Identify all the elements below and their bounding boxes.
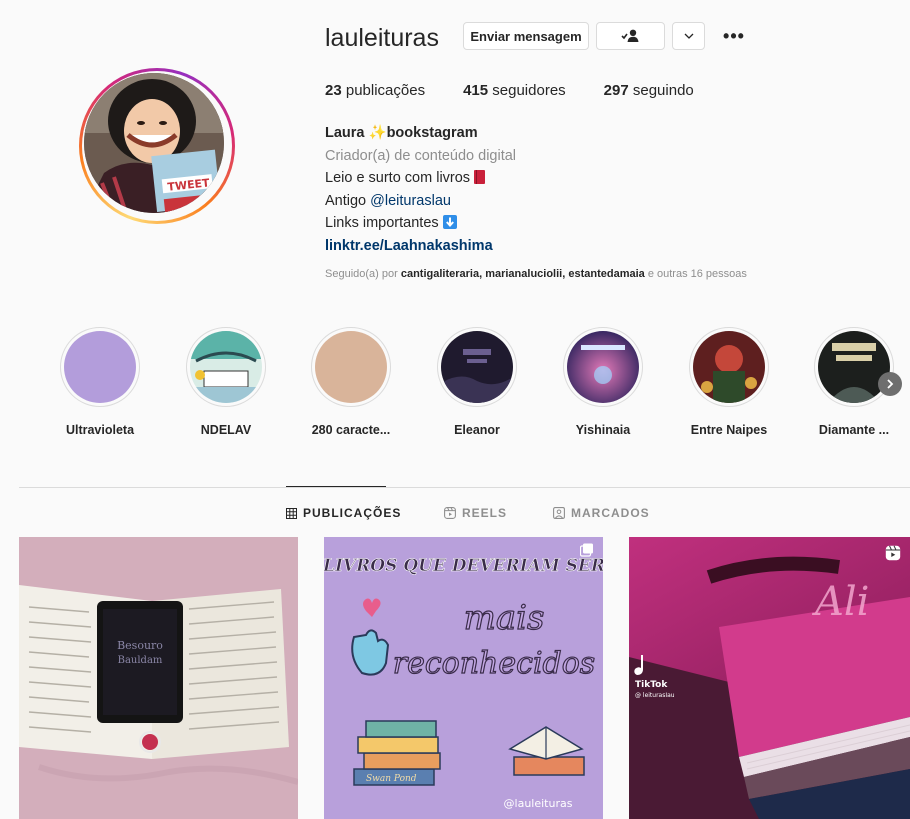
send-message-button[interactable]: Enviar mensagem [463, 22, 589, 50]
followers-stat[interactable]: 415 seguidores [463, 82, 566, 99]
highlight-cover [315, 331, 387, 403]
reel-indicator-icon [885, 545, 901, 561]
sparkles-icon: ✨ [368, 125, 387, 141]
svg-text:@ leiturasIau: @ leiturasIau [635, 692, 675, 699]
highlight-label: Eleanor [454, 423, 500, 437]
story-highlight[interactable]: Entre Naipes [681, 327, 777, 437]
story-highlight[interactable]: 280 caracte... [303, 327, 399, 437]
story-highlight[interactable]: Ultravioleta [52, 327, 148, 437]
chevron-right-icon [887, 379, 894, 389]
highlight-label: Diamante ... [818, 423, 890, 437]
highlight-label: Ultravioleta [65, 423, 135, 437]
profile-photo: TWEET [84, 73, 224, 213]
profile-stats: 23 publicações 415 seguidores 297 seguin… [325, 82, 732, 99]
svg-text:Ali: Ali [811, 579, 869, 625]
arrow-down-icon [442, 215, 457, 230]
carousel-icon [580, 543, 593, 557]
old-account-mention-link[interactable]: @leituraslau [370, 193, 451, 209]
posts-count-stat: 23 publicações [325, 82, 426, 99]
reels-icon [444, 507, 456, 519]
more-options-icon[interactable]: ••• [722, 24, 746, 48]
highlight-cover [64, 331, 136, 403]
bio-line-links: Links importantes [325, 212, 516, 235]
svg-text:TikTok: TikTok [635, 680, 668, 690]
highlight-cover [190, 331, 262, 403]
highlight-cover [693, 331, 765, 403]
bio-line-old-account: Antigo @leituraslau [325, 192, 451, 209]
svg-text:Swan Pond: Swan Pond [366, 774, 417, 784]
bio-line-books: Leio e surto com livros [325, 167, 516, 190]
post-thumbnail[interactable]: LIVROS QUE DEVERIAM SER mais reconhecido… [324, 537, 603, 819]
profile-avatar-ring[interactable]: TWEET [79, 68, 235, 224]
grid-icon [286, 507, 297, 519]
following-button[interactable] [596, 22, 665, 50]
profile-external-link[interactable]: linktr.ee/Laahnakashima [325, 235, 516, 258]
svg-text:reconhecidos: reconhecidos [393, 646, 595, 681]
profile-category: Criador(a) de conteúdo digital [325, 147, 517, 164]
story-highlight[interactable]: NDELAV [178, 327, 274, 437]
tab-tagged[interactable]: MARCADOS [553, 506, 650, 520]
profile-username: lauleituras [325, 24, 439, 52]
highlight-label: 280 caracte... [311, 423, 391, 437]
svg-text:LIVROS QUE DEVERIAM SER: LIVROS QUE DEVERIAM SER [324, 556, 603, 576]
highlight-label: Entre Naipes [690, 423, 768, 437]
post-image-book-ereader: Besouro Bauldam [19, 537, 298, 819]
svg-text:Bauldam: Bauldam [118, 655, 163, 666]
profile-avatar[interactable]: TWEET [84, 73, 224, 213]
active-tab-indicator [286, 486, 386, 487]
highlights-next-button[interactable] [878, 372, 902, 396]
highlight-cover [818, 331, 890, 403]
profile-display-name: Laura ✨bookstagram [325, 125, 478, 141]
svg-text:Besouro: Besouro [117, 639, 163, 652]
post-thumbnail[interactable]: Ali TikTok @ leiturasIau [629, 537, 910, 819]
tabs-divider [19, 487, 910, 488]
svg-text:mais: mais [464, 598, 545, 638]
tagged-icon [553, 507, 565, 519]
post-image-recommended-books: LIVROS QUE DEVERIAM SER mais reconhecido… [324, 537, 603, 819]
profile-bio: Laura ✨bookstagram Criador(a) de conteúd… [325, 122, 516, 258]
post-thumbnail[interactable]: Besouro Bauldam [19, 537, 298, 819]
following-stat[interactable]: 297 seguindo [604, 82, 694, 99]
tab-posts[interactable]: PUBLICAÇÕES [286, 506, 401, 520]
highlight-label: NDELAV [200, 423, 252, 437]
chevron-down-icon [684, 33, 693, 39]
story-highlight[interactable]: Yishinaia [555, 327, 651, 437]
tab-reels[interactable]: REELS [444, 506, 507, 520]
highlight-label: Yishinaia [575, 423, 631, 437]
story-highlight[interactable]: Eleanor [429, 327, 525, 437]
suggested-dropdown-button[interactable] [672, 22, 705, 50]
post-image-tiktok-books: Ali TikTok @ leiturasIau [629, 537, 910, 819]
svg-text:@lauleituras: @lauleituras [504, 797, 573, 810]
highlight-cover [441, 331, 513, 403]
user-check-icon [620, 29, 638, 42]
book-icon [474, 170, 486, 185]
highlight-cover [567, 331, 639, 403]
followed-by-text[interactable]: Seguido(a) por cantigaliteraria, mariana… [325, 268, 747, 280]
